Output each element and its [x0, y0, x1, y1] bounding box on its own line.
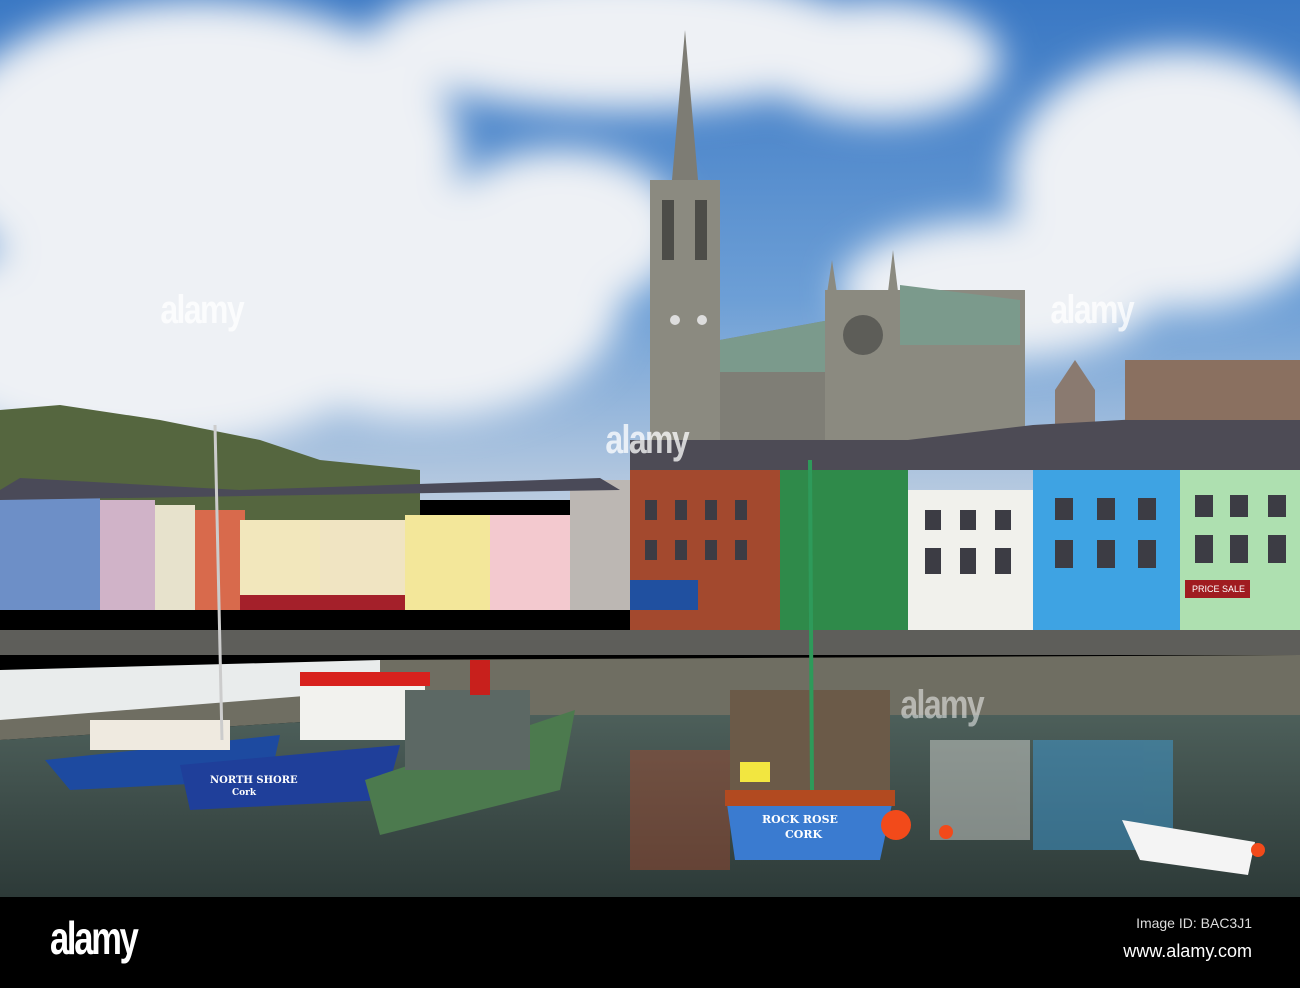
watermark: alamy [160, 288, 244, 332]
alamy-logo: alamy [50, 912, 139, 964]
sign-price-sale: PRICE SALE [1192, 584, 1245, 594]
boat-name-north-shore: NORTH SHORE [210, 775, 298, 786]
boat-name-rock-rose: ROCK ROSE [762, 813, 838, 826]
watermark: alamy [1050, 288, 1134, 332]
watermark: alamy [605, 418, 689, 462]
road [0, 630, 1300, 655]
footer-bar: alamy Image ID: BAC3J1 www.alamy.com [0, 897, 1300, 988]
stock-photo: PRICE SALE NORTH SHORE Cork ROCK ROSE CO… [0, 0, 1300, 988]
site-url[interactable]: www.alamy.com [1123, 941, 1252, 962]
boat-port-rock-rose: CORK [785, 828, 822, 841]
watermark: alamy [900, 683, 984, 727]
boat-port-north-shore: Cork [232, 788, 257, 798]
image-id: Image ID: BAC3J1 [1136, 915, 1252, 931]
